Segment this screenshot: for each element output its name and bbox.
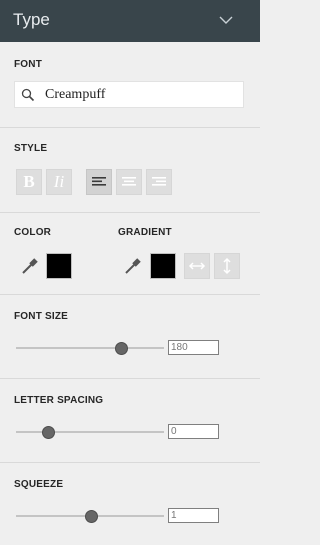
chevron-down-icon[interactable] (218, 12, 234, 28)
align-center-button[interactable] (116, 169, 142, 195)
panel-title: Type (13, 10, 50, 29)
panel-header[interactable]: Type (0, 0, 260, 42)
align-left-button[interactable] (86, 169, 112, 195)
color-swatch[interactable] (46, 253, 72, 279)
letter-spacing-input[interactable]: 0 (168, 424, 219, 439)
align-right-button[interactable] (146, 169, 172, 195)
font-size-slider-track[interactable] (16, 347, 164, 349)
font-value[interactable]: Creampuff (45, 87, 105, 103)
style-label: STYLE (14, 143, 48, 154)
letter-spacing-slider-track[interactable] (16, 431, 164, 433)
color-label: COLOR (14, 227, 52, 238)
vertical-arrows-icon (223, 257, 231, 275)
letter-spacing-slider-thumb[interactable] (42, 426, 56, 439)
font-search-field[interactable]: Creampuff (14, 81, 244, 108)
italic-button[interactable]: Ii (46, 169, 72, 195)
italic-glyph: Ii (53, 172, 65, 191)
horizontal-arrows-icon (188, 262, 206, 270)
divider (0, 212, 260, 213)
squeeze-input[interactable]: 1 (168, 508, 219, 523)
divider (0, 294, 260, 295)
gradient-label: GRADIENT (118, 227, 172, 238)
divider (0, 127, 260, 128)
squeeze-slider-thumb[interactable] (84, 510, 98, 523)
squeeze-label: SQUEEZE (14, 479, 64, 490)
bold-glyph: B (23, 172, 35, 191)
align-left-icon (92, 177, 106, 186)
gradient-eyedropper-icon[interactable] (123, 256, 143, 276)
align-center-icon (122, 177, 136, 186)
bold-button[interactable]: B (16, 169, 42, 195)
font-label: FONT (14, 59, 43, 70)
align-right-icon (152, 177, 166, 186)
font-size-label: FONT SIZE (14, 311, 69, 322)
letter-spacing-label: LETTER SPACING (14, 395, 104, 406)
gradient-horizontal-button[interactable] (184, 253, 210, 279)
font-size-slider-thumb[interactable] (114, 342, 128, 355)
font-size-input[interactable]: 180 (168, 340, 219, 355)
gradient-swatch[interactable] (150, 253, 176, 279)
gradient-vertical-button[interactable] (214, 253, 240, 279)
eyedropper-icon[interactable] (20, 256, 40, 276)
divider (0, 378, 260, 379)
search-icon (21, 88, 35, 102)
divider (0, 462, 260, 463)
